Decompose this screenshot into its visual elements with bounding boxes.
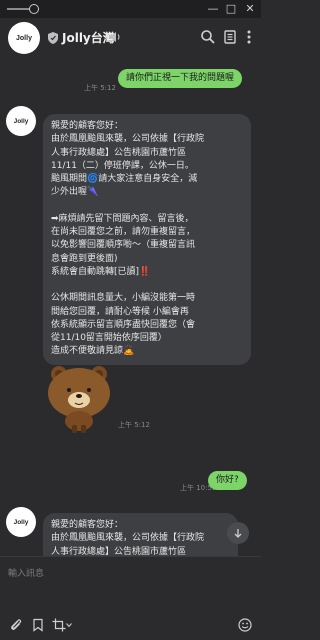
incoming-message-bubble[interactable]: 親愛的顧客您好： 由於鳳凰颱風來襲，公司依據【行政院 人事行政總處】公告桃園市蘆竹區… [43, 114, 251, 365]
message-line: 11/11（二）停班停課，公休一日。 [51, 160, 194, 171]
scroll-to-bottom-button[interactable] [227, 522, 249, 544]
message-time: 上午 5:12 [84, 84, 116, 92]
message-line: 間給您回覆，請耐心等候 小編會再 [51, 306, 189, 317]
avatar-logo-text: Jolly [13, 117, 29, 125]
message-input-area: 輸入訊息 [0, 556, 261, 640]
brown-bear-sticker[interactable] [40, 363, 118, 433]
sender-avatar[interactable]: Jolly [6, 106, 36, 136]
mute-icon [109, 32, 120, 42]
message-line: 以免影響回覆順序喲～（重複留言訊 [51, 240, 196, 251]
chat-header: Jolly Jolly台灣 [0, 18, 261, 58]
message-line: 從11/10留言開始依序回覆） [51, 333, 167, 344]
message-input[interactable]: 輸入訊息 [8, 566, 44, 579]
message-line: 親愛的顧客您好： [51, 520, 124, 530]
minimize-button[interactable]: — [205, 1, 221, 17]
line-chat-window: — □ ✕ Jolly Jolly台灣 上午 5:12 請你們正視一下我的問題喔… [0, 0, 261, 640]
title-bar: — □ ✕ [0, 0, 261, 18]
outgoing-message-bubble[interactable]: 你好? [208, 471, 247, 490]
shield-icon [48, 32, 58, 44]
message-line: 公休期間訊息量大，小編沒能第一時 [51, 293, 196, 304]
message-line: 人事行政總處】公告桃園市蘆竹區 [51, 147, 187, 158]
close-button[interactable]: ✕ [242, 1, 258, 17]
message-line: 系統會自動跳轉[已讀]‼️ [51, 266, 151, 277]
avatar-logo-text: Jolly [16, 34, 32, 42]
message-text: 親愛的顧客您好： 由於鳳凰颱風來襲，公司依據【行政院 人事行政總處】公告桃園市蘆竹區 [51, 519, 230, 556]
sender-avatar[interactable]: Jolly [6, 507, 36, 537]
incoming-message-bubble[interactable]: 親愛的顧客您好： 由於鳳凰颱風來襲，公司依據【行政院 人事行政總處】公告桃園市蘆竹區 [43, 513, 238, 556]
message-text: 親愛的顧客您好： 由於鳳凰颱風來襲，公司依據【行政院 人事行政總處】公告桃園市蘆竹區… [51, 120, 243, 359]
bookmark-icon[interactable] [31, 618, 45, 632]
message-line: 在尚未回覆您之前，請勿重複留言， [51, 227, 196, 238]
message-line [51, 279, 243, 292]
notes-icon[interactable] [222, 29, 238, 45]
message-line: 依系統顯示留言順序盡快回覆您（會 [51, 319, 196, 330]
chevron-down-icon[interactable] [66, 623, 72, 628]
message-line: 親愛的顧客您好： [51, 121, 124, 131]
message-time: 上午 5:12 [118, 421, 150, 429]
message-line [51, 200, 243, 213]
message-line: 息會跑到更後面) [51, 253, 118, 264]
message-line: 由於鳳凰颱風來襲，公司依據【行政院 [51, 134, 205, 145]
more-icon[interactable] [241, 29, 257, 45]
chat-title[interactable]: Jolly台灣 [62, 29, 115, 46]
outgoing-message-bubble[interactable]: 請你們正視一下我的問題喔 [118, 69, 243, 88]
emoji-icon[interactable] [238, 618, 252, 632]
message-line: 颱風期間🌀請大家注意自身安全，減 [51, 174, 198, 185]
message-list[interactable]: 上午 5:12 請你們正視一下我的問題喔 Jolly 親愛的顧客您好： 由於鳳凰颱… [0, 58, 261, 556]
message-line: 由於鳳凰颱風來襲，公司依據【行政院 [51, 533, 205, 544]
message-line: 少外出喔🌂 [51, 187, 99, 198]
opacity-slider-knob[interactable] [29, 4, 39, 14]
message-line: 人事行政總處】公告桃園市蘆竹區 [51, 546, 187, 556]
message-line: 造成不便敬請見諒🙇 [51, 346, 135, 357]
attach-icon[interactable] [9, 618, 23, 632]
maximize-button[interactable]: □ [223, 1, 239, 17]
arrow-down-icon [234, 529, 242, 538]
message-line: ➡麻煩請先留下問題內容、留言後， [51, 213, 194, 224]
chat-avatar[interactable]: Jolly [8, 22, 40, 54]
avatar-logo-text: Jolly [13, 518, 29, 526]
crop-icon[interactable] [52, 618, 66, 632]
search-icon[interactable] [200, 29, 216, 45]
